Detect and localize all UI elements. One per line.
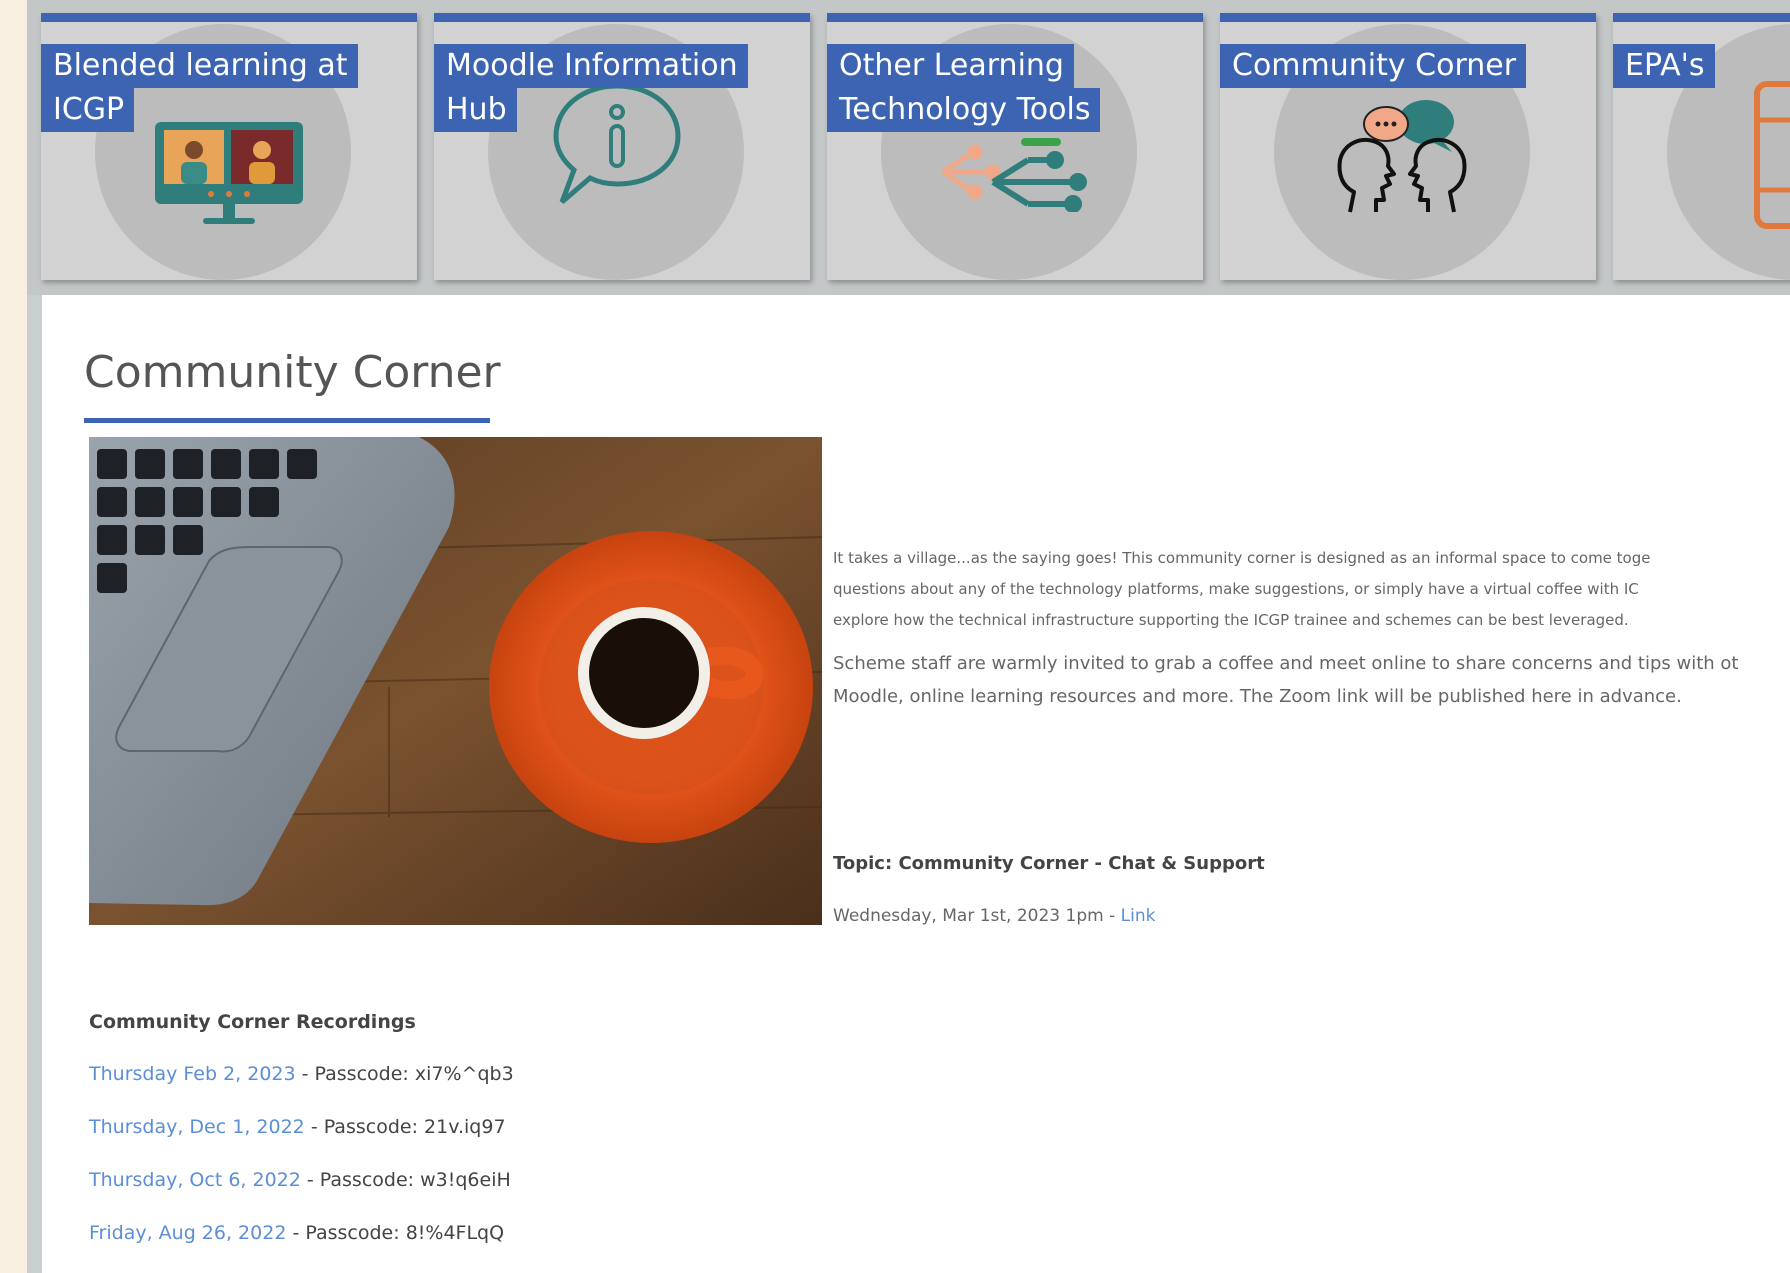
passcode-label: - Passcode: bbox=[301, 1063, 409, 1085]
recording-item: Thursday, Oct 6, 2022 - Passcode: w3!q6e… bbox=[89, 1169, 511, 1191]
recording-link[interactable]: Friday, Aug 26, 2022 bbox=[89, 1222, 286, 1244]
hero-image bbox=[89, 437, 822, 925]
recording-link[interactable]: Thursday, Oct 6, 2022 bbox=[89, 1169, 301, 1191]
intro-line: It takes a village...as the saying goes!… bbox=[833, 549, 1651, 567]
document-icon bbox=[1754, 81, 1790, 229]
session-zoom-link[interactable]: Link bbox=[1121, 906, 1156, 926]
intro-line: questions about any of the technology pl… bbox=[833, 580, 1639, 598]
navigation-tiles: Blended learning at ICGP Moodle Informat… bbox=[27, 0, 1790, 295]
video-conference-icon bbox=[155, 122, 303, 224]
tile-other-learning-technology-tools[interactable]: Other Learning Technology Tools bbox=[827, 13, 1203, 280]
tile-title: Blended learning at bbox=[41, 44, 358, 88]
recordings-heading: Community Corner Recordings bbox=[89, 1011, 416, 1033]
recording-item: Friday, Aug 26, 2022 - Passcode: 8!%4FLq… bbox=[89, 1222, 504, 1244]
passcode-value: xi7%^qb3 bbox=[414, 1063, 514, 1085]
session-topic: Topic: Community Corner - Chat & Support bbox=[833, 853, 1265, 874]
session-line: Wednesday, Mar 1st, 2023 1pm - Link bbox=[833, 906, 1155, 926]
recording-link[interactable]: Thursday, Dec 1, 2022 bbox=[89, 1116, 305, 1138]
tile-title: Technology Tools bbox=[827, 88, 1101, 132]
intro-text: It takes a village...as the saying goes!… bbox=[833, 543, 1790, 713]
tile-community-corner[interactable]: Community Corner bbox=[1220, 13, 1596, 280]
intro-line: Moodle, online learning resources and mo… bbox=[833, 686, 1682, 707]
tile-epas[interactable]: EPA's bbox=[1613, 13, 1790, 280]
passcode-label: - Passcode: bbox=[292, 1222, 400, 1244]
page-frame: Blended learning at ICGP Moodle Informat… bbox=[27, 0, 1790, 1273]
tile-moodle-information-hub[interactable]: Moodle Information Hub bbox=[434, 13, 810, 280]
intro-line: explore how the technical infrastructure… bbox=[833, 611, 1629, 629]
laptop-and-coffee-photo bbox=[89, 437, 822, 925]
tile-title: EPA's bbox=[1613, 44, 1715, 88]
conversation-heads-icon bbox=[1337, 100, 1467, 213]
page-title: Community Corner bbox=[84, 347, 501, 398]
session-date: Wednesday, Mar 1st, 2023 1pm bbox=[833, 906, 1104, 926]
intro-line: Scheme staff are warmly invited to grab … bbox=[833, 653, 1739, 674]
main-content: Community Corner It takes a village...as… bbox=[42, 295, 1790, 1273]
tile-title: Other Learning bbox=[827, 44, 1074, 88]
share-network-icon bbox=[941, 138, 1087, 212]
tile-title: Community Corner bbox=[1220, 44, 1527, 88]
tile-title: Moodle Information bbox=[434, 44, 748, 88]
recording-link[interactable]: Thursday Feb 2, 2023 bbox=[89, 1063, 296, 1085]
passcode-value: 21v.iq97 bbox=[424, 1116, 506, 1138]
passcode-value: 8!%4FLqQ bbox=[405, 1222, 505, 1244]
recording-item: Thursday Feb 2, 2023 - Passcode: xi7%^qb… bbox=[89, 1063, 514, 1085]
passcode-value: w3!q6eiH bbox=[420, 1169, 511, 1191]
title-underline bbox=[84, 418, 490, 423]
passcode-label: - Passcode: bbox=[306, 1169, 415, 1191]
session-separator: - bbox=[1109, 906, 1116, 926]
passcode-label: - Passcode: bbox=[310, 1116, 418, 1138]
tile-title: Hub bbox=[434, 88, 517, 132]
recording-item: Thursday, Dec 1, 2022 - Passcode: 21v.iq… bbox=[89, 1116, 506, 1138]
tile-title: ICGP bbox=[41, 88, 135, 132]
tile-blended-learning[interactable]: Blended learning at ICGP bbox=[41, 13, 417, 280]
